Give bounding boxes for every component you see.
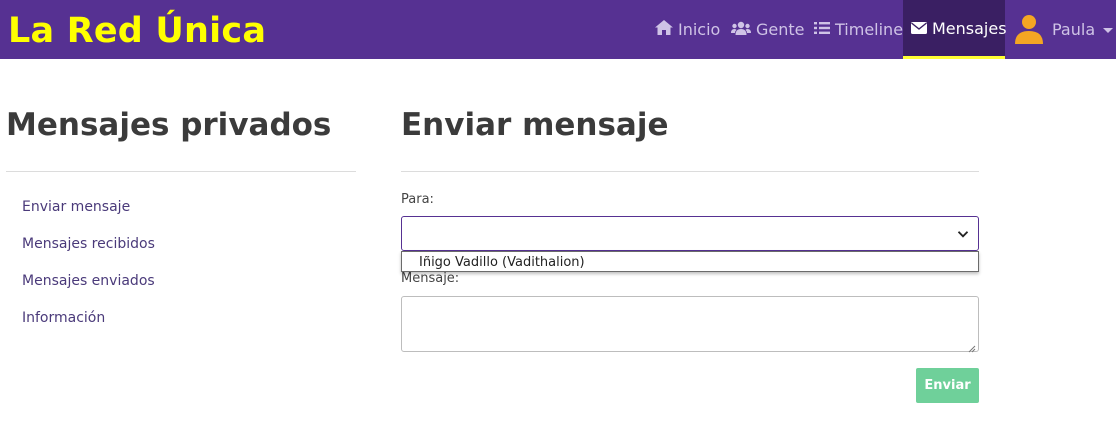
user-name: Paula [1052, 20, 1096, 39]
message-textarea[interactable] [401, 296, 979, 353]
resize-handle-icon[interactable] [967, 340, 976, 353]
chevron-down-icon [1103, 28, 1114, 33]
sidebar-item-enviados[interactable]: Mensajes enviados [22, 273, 155, 289]
nav-timeline[interactable]: Timeline [814, 0, 903, 59]
nav-inicio-label: Inicio [678, 20, 721, 39]
navbar: La Red Única Inicio Gente Timeline Mensa… [0, 0, 1116, 59]
list-icon [814, 20, 830, 39]
nav-timeline-label: Timeline [835, 20, 904, 39]
home-icon [655, 20, 673, 39]
sidebar-item-enviar[interactable]: Enviar mensaje [22, 199, 130, 215]
divider [401, 171, 979, 172]
to-label: Para: [401, 192, 434, 207]
page-title: Enviar mensaje [401, 107, 669, 143]
recipient-select[interactable] [401, 216, 979, 251]
nav-mensajes[interactable]: Mensajes [903, 0, 1007, 59]
message-label: Mensaje: [401, 271, 460, 286]
users-icon [731, 20, 751, 39]
sidebar-item-recibidos[interactable]: Mensajes recibidos [22, 236, 155, 252]
user-avatar-icon [1013, 12, 1045, 48]
divider [6, 171, 356, 172]
envelope-icon [911, 19, 927, 38]
sidebar-title: Mensajes privados [6, 107, 332, 143]
chevron-down-icon [957, 227, 969, 239]
nav-gente[interactable]: Gente [731, 0, 805, 59]
user-menu[interactable]: Paula [1013, 0, 1114, 59]
nav-inicio[interactable]: Inicio [655, 0, 720, 59]
send-button[interactable]: Enviar [916, 368, 979, 403]
recipient-option[interactable]: Iñigo Vadillo (Vadithalion) [419, 255, 585, 270]
sidebar-item-informacion[interactable]: Información [22, 310, 105, 326]
nav-gente-label: Gente [756, 20, 805, 39]
recipient-dropdown-list: Iñigo Vadillo (Vadithalion) [401, 251, 979, 272]
brand-logo[interactable]: La Red Única [8, 9, 266, 53]
nav-mensajes-label: Mensajes [932, 18, 1007, 38]
